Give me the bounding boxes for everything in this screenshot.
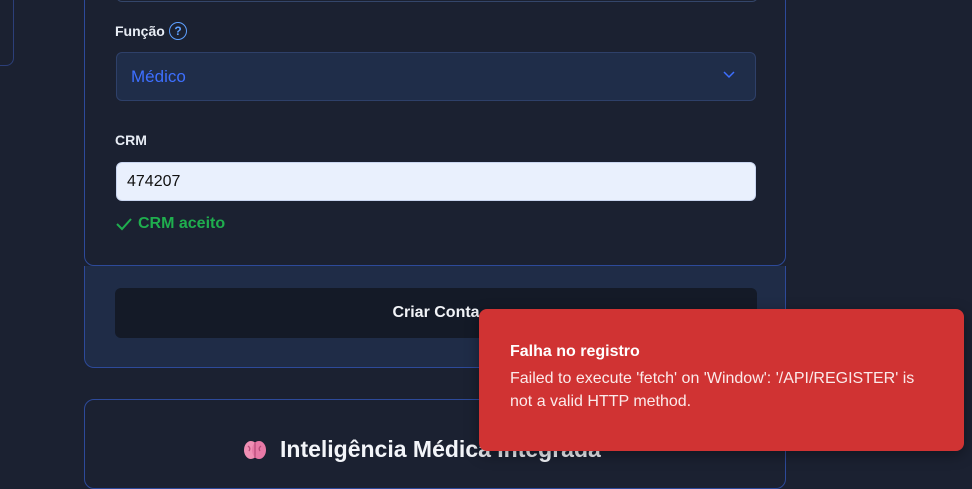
- crm-status-text: CRM aceito: [138, 215, 226, 232]
- brain-icon: [244, 440, 266, 459]
- role-select-value: Médico: [131, 67, 186, 86]
- error-toast[interactable]: Falha no registro Failed to execute 'fet…: [479, 309, 964, 451]
- role-select[interactable]: Médico: [116, 52, 756, 101]
- chevron-down-icon: [723, 71, 735, 79]
- help-icon[interactable]: ?: [169, 22, 187, 40]
- previous-field-edge[interactable]: [116, 0, 758, 2]
- side-panel-edge: [0, 0, 14, 66]
- crm-input[interactable]: [116, 162, 756, 201]
- checkmark-icon: [116, 218, 132, 231]
- crm-label: CRM: [115, 132, 147, 148]
- toast-message: Failed to execute 'fetch' on 'Window': '…: [510, 370, 915, 410]
- toast-title: Falha no registro: [510, 343, 640, 360]
- role-label: Função: [115, 23, 165, 39]
- registration-form-card: Função ? Médico CRM CRM aceito: [84, 0, 786, 266]
- crm-status: CRM aceito: [116, 215, 225, 233]
